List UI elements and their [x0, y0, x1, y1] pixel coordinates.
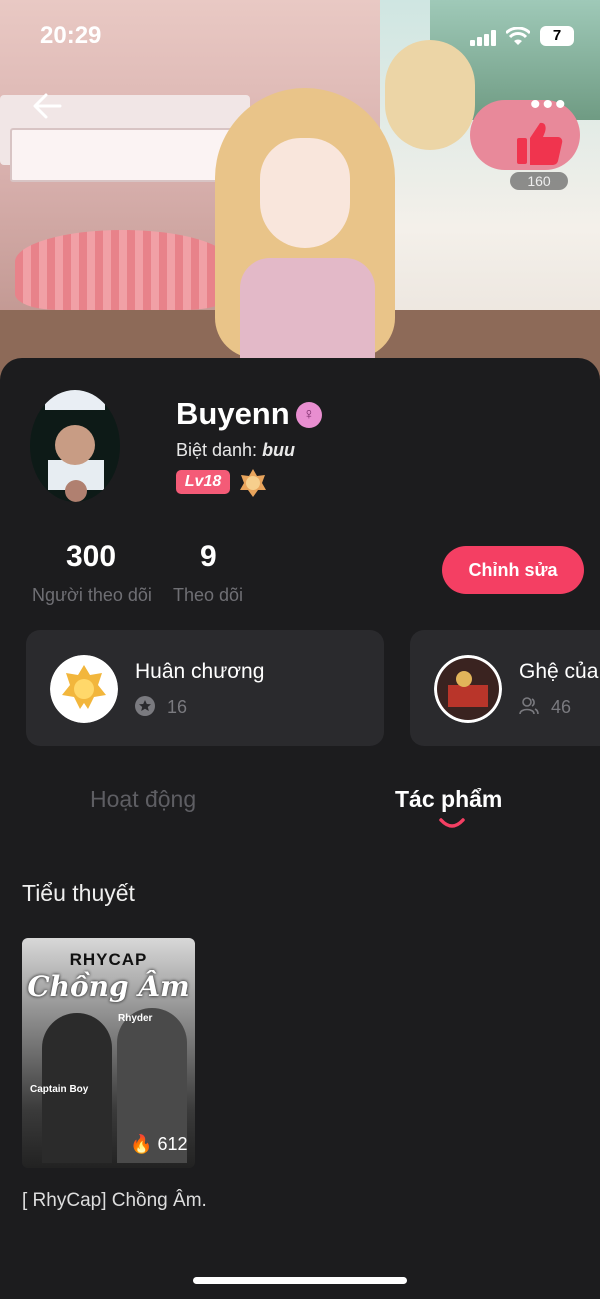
book-title[interactable]: [ RhyCap] Chồng Âm.	[22, 1186, 212, 1215]
cover-top-text: RHYCAP	[69, 950, 148, 969]
medals-count: 16	[167, 697, 188, 717]
people-icon	[519, 697, 539, 715]
home-indicator[interactable]	[193, 1277, 407, 1284]
views-row: 🔥 612	[130, 1134, 187, 1155]
tab-activity[interactable]: Hoạt động	[90, 786, 196, 813]
views-count: 612	[157, 1134, 188, 1154]
cover-name-rhyder: Rhyder	[118, 1013, 153, 1024]
banner-character	[215, 88, 395, 378]
fan-club-title: Ghệ của	[519, 660, 599, 683]
tab-works[interactable]: Tác phẩm	[395, 786, 502, 813]
back-arrow-icon[interactable]	[30, 88, 66, 124]
status-bar: 20:29 7	[0, 0, 600, 72]
signal-icon	[470, 30, 496, 46]
medal-badge-icon[interactable]	[238, 468, 268, 498]
thumbs-up-icon[interactable]	[514, 120, 564, 166]
medal-icon	[50, 655, 118, 723]
more-options-button[interactable]: •••	[530, 90, 568, 120]
avatar[interactable]	[30, 390, 120, 502]
medals-card[interactable]: Huân chương 16	[26, 630, 384, 746]
section-title: Tiểu thuyết	[22, 880, 135, 906]
following-count[interactable]: 9	[200, 540, 217, 574]
fan-club-card[interactable]: Ghệ của 46	[410, 630, 600, 746]
star-circle-icon	[135, 696, 155, 716]
female-gender-icon: ♀	[296, 402, 322, 428]
followers-count[interactable]: 300	[66, 540, 116, 574]
fire-icon: 🔥	[130, 1134, 153, 1154]
edit-profile-button[interactable]: Chỉnh sửa	[442, 546, 584, 594]
following-label[interactable]: Theo dõi	[173, 585, 243, 606]
battery-icon: 7	[540, 26, 574, 46]
followers-label[interactable]: Người theo dõi	[32, 585, 152, 606]
book-cover[interactable]: RHYCAP Chồng Âm Rhyder Captain Boy 🔥 612	[22, 938, 195, 1168]
fan-club-avatar-icon	[434, 655, 502, 723]
status-time: 20:29	[40, 22, 102, 49]
medals-title: Huân chương	[135, 660, 265, 683]
cover-title-text: Chồng Âm	[27, 970, 190, 1003]
banner-drawer	[10, 128, 234, 182]
level-badge: Lv18	[176, 470, 230, 494]
nickname-row: Biệt danh: buu	[176, 440, 295, 461]
medals-sub: 16	[135, 696, 187, 718]
fan-club-count: 46	[551, 697, 572, 717]
banner-stool	[15, 230, 230, 310]
cover-name-captain: Captain Boy	[30, 1084, 89, 1095]
profile-name: Buyenn	[176, 396, 290, 431]
nickname-label: Biệt danh:	[176, 440, 263, 460]
fan-club-sub: 46	[519, 696, 571, 718]
wifi-icon	[506, 27, 530, 45]
active-tab-indicator	[439, 818, 465, 828]
like-count: 160	[510, 172, 568, 190]
nickname-value: buu	[262, 440, 296, 460]
